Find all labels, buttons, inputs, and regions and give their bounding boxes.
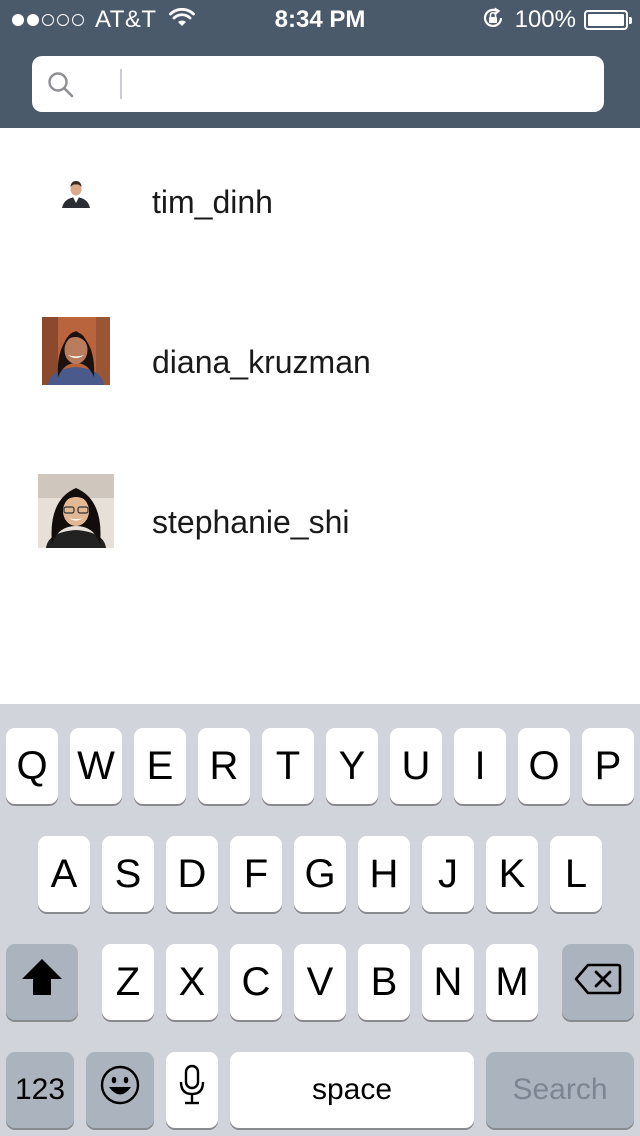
key-c[interactable]: C — [230, 944, 282, 1020]
status-right: 100% — [481, 6, 632, 35]
key-u[interactable]: U — [390, 728, 442, 804]
key-o[interactable]: O — [518, 728, 570, 804]
key-t[interactable]: T — [262, 728, 314, 804]
key-s[interactable]: S — [102, 836, 154, 912]
rotation-lock-icon — [481, 6, 505, 35]
status-bar: AT&T 8:34 PM 100% — [0, 0, 640, 40]
username: diana_kruzman — [152, 344, 371, 380]
key-r[interactable]: R — [198, 728, 250, 804]
key-e[interactable]: E — [134, 728, 186, 804]
app: AT&T 8:34 PM 100% tim_dinh diana_kruzman… — [0, 0, 640, 1136]
signal-strength-icon — [12, 14, 87, 26]
key-y[interactable]: Y — [326, 728, 378, 804]
wifi-icon — [168, 7, 195, 33]
key-q[interactable]: Q — [6, 728, 58, 804]
key-i[interactable]: I — [454, 728, 506, 804]
search-bar[interactable] — [32, 56, 604, 112]
signal-dot — [42, 14, 54, 26]
key-p[interactable]: P — [582, 728, 634, 804]
user-row-stephanie-shi[interactable]: stephanie_shi — [0, 464, 640, 584]
key-g[interactable]: G — [294, 836, 346, 912]
search-return-key[interactable]: Search — [486, 1052, 634, 1128]
key-b[interactable]: B — [358, 944, 410, 1020]
key-z[interactable]: Z — [102, 944, 154, 1020]
username: tim_dinh — [152, 184, 273, 220]
microphone-icon — [177, 1064, 207, 1116]
key-v[interactable]: V — [294, 944, 346, 1020]
key-a[interactable]: A — [38, 836, 90, 912]
emoji-icon — [99, 1064, 141, 1116]
user-row-tim-dinh[interactable]: tim_dinh — [0, 144, 640, 264]
status-left: AT&T — [12, 6, 195, 34]
emoji-key[interactable] — [86, 1052, 154, 1128]
key-w[interactable]: W — [70, 728, 122, 804]
battery-tip — [629, 17, 632, 24]
signal-dot — [12, 14, 24, 26]
numbers-key[interactable]: 123 — [6, 1052, 74, 1128]
search-input[interactable] — [128, 64, 592, 106]
signal-dot — [57, 14, 69, 26]
key-m[interactable]: M — [486, 944, 538, 1020]
keyboard: QWERTYUIOP ASDFGHJKL ZXCVBNM 123 space S… — [0, 704, 640, 1136]
backspace-icon — [574, 960, 622, 1005]
dictation-key[interactable] — [166, 1052, 218, 1128]
avatar — [60, 176, 92, 208]
key-f[interactable]: F — [230, 836, 282, 912]
space-key[interactable]: space — [230, 1052, 474, 1128]
battery-percent: 100% — [514, 6, 576, 33]
username: stephanie_shi — [152, 504, 350, 540]
key-l[interactable]: L — [550, 836, 602, 912]
signal-dot — [27, 14, 39, 26]
user-row-diana-kruzman[interactable]: diana_kruzman — [0, 304, 640, 424]
backspace-key[interactable] — [562, 944, 634, 1020]
key-n[interactable]: N — [422, 944, 474, 1020]
carrier-name: AT&T — [95, 6, 157, 33]
search-icon — [46, 70, 76, 105]
key-h[interactable]: H — [358, 836, 410, 912]
key-x[interactable]: X — [166, 944, 218, 1020]
avatar — [38, 474, 114, 548]
key-d[interactable]: D — [166, 836, 218, 912]
text-caret — [120, 69, 122, 99]
shift-key[interactable] — [6, 944, 78, 1020]
key-j[interactable]: J — [422, 836, 474, 912]
key-k[interactable]: K — [486, 836, 538, 912]
battery-icon — [584, 10, 632, 30]
battery-fill — [588, 14, 624, 26]
avatar — [42, 317, 110, 385]
shift-icon — [20, 957, 64, 1007]
header: AT&T 8:34 PM 100% — [0, 0, 640, 128]
signal-dot — [72, 14, 84, 26]
